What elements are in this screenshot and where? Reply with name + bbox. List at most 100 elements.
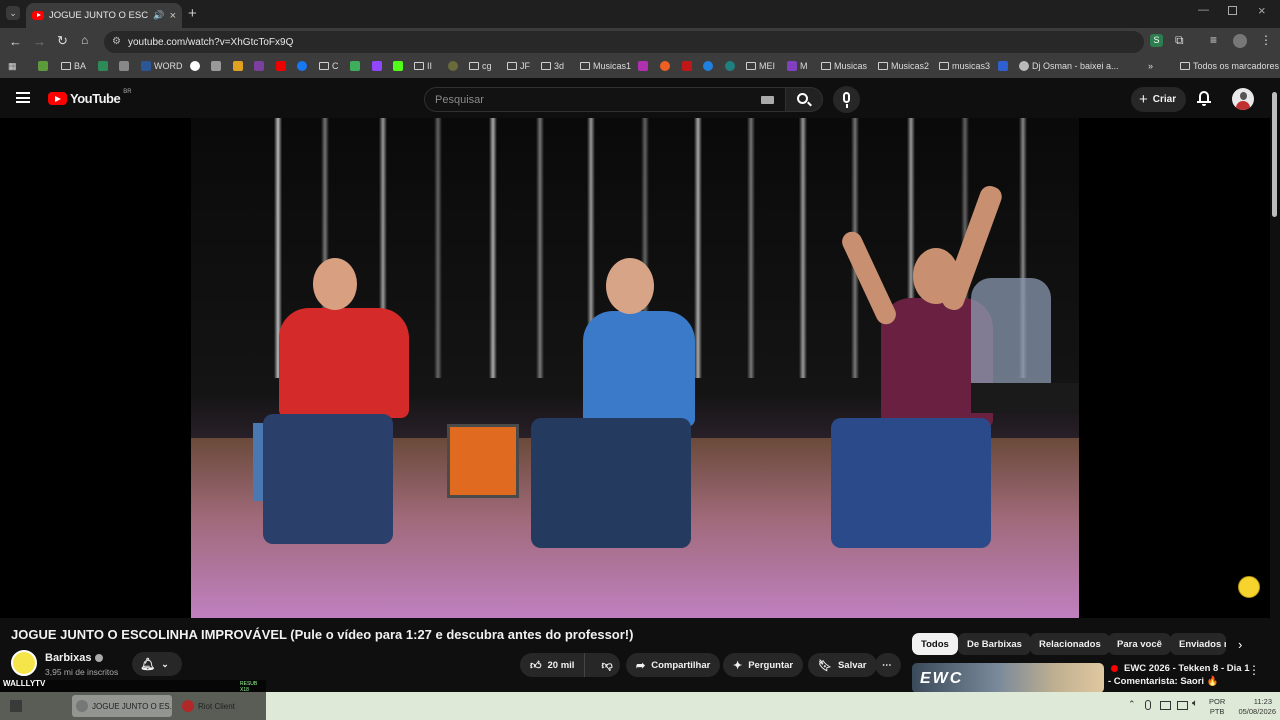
voice-search-button[interactable] [833, 86, 860, 113]
home-icon[interactable]: ⌂ [81, 33, 88, 47]
bookmark-item[interactable] [725, 61, 735, 71]
media-control-icon[interactable]: ≡ [1210, 33, 1217, 47]
tray-chevron-icon[interactable]: ⌃ [1128, 699, 1136, 710]
bookmark-item[interactable]: Musicas2 [878, 61, 929, 71]
more-actions-button[interactable]: ⋯ [875, 653, 901, 677]
keyboard-icon[interactable] [761, 96, 774, 104]
bookmark-item[interactable] [682, 61, 692, 71]
tray-display-icon[interactable] [1160, 701, 1171, 710]
ask-button[interactable]: ✦ Perguntar [723, 653, 804, 677]
site-info-icon[interactable]: ⚙ [112, 36, 121, 47]
subscription-bell-button[interactable]: 🔔︎ ⌄ [132, 652, 182, 676]
extension-s-icon[interactable]: S [1150, 34, 1163, 47]
save-button[interactable]: 🔖︎ Salvar [808, 653, 877, 677]
chip-enviados[interactable]: Enviados r [1170, 633, 1226, 655]
hamburger-menu-icon[interactable] [16, 92, 30, 103]
bookmark-item[interactable]: M [787, 61, 808, 71]
browser-tab-active[interactable]: JOGUE JUNTO O ESCOLINH 🔊 × [26, 3, 182, 28]
close-window-button[interactable]: × [1258, 3, 1266, 18]
bookmark-item[interactable] [448, 61, 458, 71]
bookmark-item[interactable] [119, 61, 129, 71]
account-avatar[interactable] [1232, 88, 1254, 110]
channel-avatar[interactable] [11, 650, 37, 676]
chip-para-voce[interactable]: Para você [1108, 633, 1171, 655]
bookmark-item[interactable] [998, 61, 1008, 71]
bookmark-item[interactable]: BA [61, 61, 86, 71]
address-bar[interactable]: ⚙ youtube.com/watch?v=XhGtcToFx9Q [104, 31, 1144, 53]
more-bookmarks-icon[interactable]: » [1148, 61, 1153, 71]
bookmark-item[interactable] [350, 61, 360, 71]
scrollbar-thumb[interactable] [1272, 92, 1277, 217]
taskbar-item-browser[interactable]: JOGUE JUNTO O ES... [72, 695, 172, 717]
profile-avatar-icon[interactable] [1233, 34, 1247, 48]
bookmark-item[interactable]: 3d [541, 61, 564, 71]
tray-mic-icon[interactable] [1145, 700, 1151, 710]
notifications-bell-icon[interactable] [1197, 90, 1211, 106]
bookmark-item[interactable] [254, 61, 264, 71]
youtube-logo[interactable]: YouTube BR [48, 89, 132, 106]
bookmark-item[interactable]: C [319, 61, 339, 71]
bookmark-item[interactable]: musicas3 [939, 61, 990, 71]
bookmark-item[interactable] [190, 61, 200, 71]
audio-playing-icon[interactable]: 🔊 [153, 10, 164, 21]
arrow-icon [119, 61, 129, 71]
bookmark-item[interactable] [276, 61, 286, 71]
clock[interactable]: 11:23 05/08/2026 [1230, 697, 1276, 717]
like-button[interactable]: 👍︎ 20 mil [520, 653, 586, 677]
bookmark-item[interactable]: JF [507, 61, 530, 71]
all-bookmarks-folder[interactable]: Todos os marcadores [1180, 61, 1279, 71]
video-frame[interactable] [191, 118, 1079, 618]
browser-menu-icon[interactable]: ⋮ [1260, 33, 1272, 47]
apps-grid-icon[interactable]: ▦ [8, 61, 17, 72]
bookmark-item[interactable] [393, 61, 403, 71]
bookmark-item[interactable] [660, 61, 670, 71]
language-indicator[interactable]: POR PTB [1209, 697, 1225, 717]
bookmark-item[interactable] [233, 61, 243, 71]
recommended-thumbnail[interactable]: EWC [912, 663, 1104, 693]
bookmark-item[interactable]: Dj Osman - baixei a... [1019, 61, 1119, 71]
performer-jeans [831, 418, 991, 548]
recommended-title[interactable]: EWC 2026 - Tekken 8 - Dia 1 - Comentaris… [1108, 662, 1250, 688]
bookmark-item[interactable]: WORD [141, 61, 183, 71]
bookmark-item[interactable]: II [414, 61, 432, 71]
emoji-reaction-icon[interactable] [1238, 576, 1260, 598]
search-button[interactable] [785, 87, 823, 112]
share-button[interactable]: ➦ Compartilhar [626, 653, 721, 677]
restore-window-button[interactable] [1228, 6, 1237, 15]
bookmark-item[interactable] [297, 61, 307, 71]
recommended-more-icon[interactable]: ⋮ [1248, 663, 1260, 677]
bookmark-item[interactable]: Musicas [821, 61, 867, 71]
bookmark-item[interactable] [372, 61, 382, 71]
bookmark-item[interactable] [638, 61, 648, 71]
tab-list-button[interactable]: ⌄ [6, 6, 20, 20]
search-input[interactable]: Pesquisar [424, 87, 786, 112]
reload-icon[interactable]: ↻ [57, 33, 68, 49]
taskbar-item-riot[interactable]: Riot Client [178, 695, 266, 717]
recommended-title-line1: EWC 2026 - Tekken 8 - Dia 1 [1124, 663, 1250, 674]
bookmark-item[interactable] [98, 61, 108, 71]
chip-de-barbixas[interactable]: De Barbixas [958, 633, 1031, 655]
close-tab-icon[interactable]: × [170, 10, 176, 22]
back-icon[interactable]: ← [9, 34, 22, 49]
minimize-window-button[interactable]: — [1198, 4, 1209, 16]
bookmark-item[interactable]: cg [469, 61, 492, 71]
bookmark-item[interactable] [38, 61, 48, 71]
start-menu-icon[interactable] [10, 700, 22, 712]
forward-icon[interactable]: → [33, 34, 46, 49]
extensions-puzzle-icon[interactable]: ⧉ [1175, 33, 1184, 48]
bookmark-item[interactable] [211, 61, 221, 71]
tray-network-icon[interactable] [1177, 701, 1188, 710]
taskbar-item-label: JOGUE JUNTO O ES... [92, 701, 172, 711]
stage-light [536, 118, 544, 378]
channel-name[interactable]: Barbixas [45, 652, 104, 664]
chips-next-chevron-icon[interactable]: › [1238, 637, 1242, 652]
chip-todos[interactable]: Todos [912, 633, 958, 655]
new-tab-button[interactable]: + [188, 5, 197, 22]
bookmark-item[interactable]: Musicas1 [580, 61, 631, 71]
tray-volume-icon[interactable]: 🔈︎ [1192, 698, 1198, 709]
dislike-button[interactable]: 👎︎ [591, 659, 622, 672]
bookmark-item[interactable]: MEI [746, 61, 775, 71]
chip-relacionados[interactable]: Relacionados [1030, 633, 1110, 655]
create-button[interactable]: + Criar [1131, 87, 1186, 112]
bookmark-item[interactable] [703, 61, 713, 71]
